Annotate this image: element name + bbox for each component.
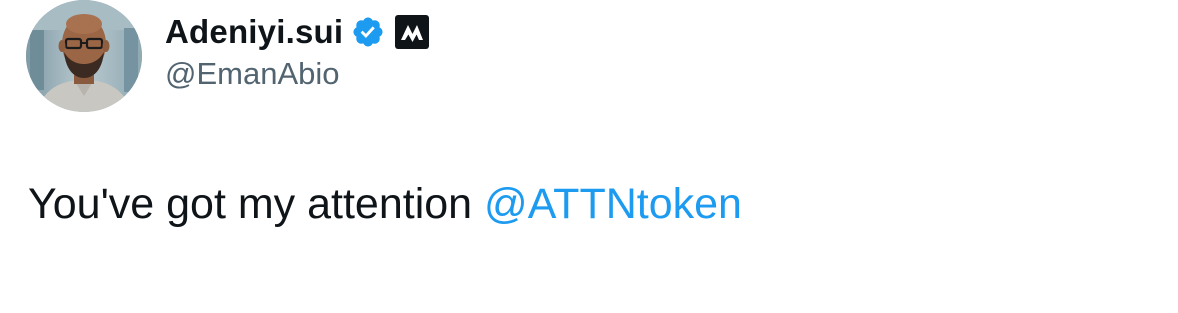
- tweet-card: Adeniyi.sui @EmanAbio You've got my atte…: [0, 0, 1178, 313]
- author-display-name[interactable]: Adeniyi.sui: [165, 13, 343, 51]
- verified-badge-icon[interactable]: [351, 15, 385, 49]
- tweet-text: You've got my attention @ATTNtoken: [28, 180, 742, 229]
- tweet-body: You've got my attention: [28, 180, 485, 228]
- avatar-photo-icon: [26, 0, 142, 112]
- mention-link[interactable]: @ATTNtoken: [484, 180, 742, 228]
- affiliate-logo-icon[interactable]: [395, 15, 430, 49]
- author-name-row: Adeniyi.sui: [165, 6, 430, 58]
- author-avatar[interactable]: [26, 0, 142, 112]
- author-handle[interactable]: @EmanAbio: [165, 56, 340, 92]
